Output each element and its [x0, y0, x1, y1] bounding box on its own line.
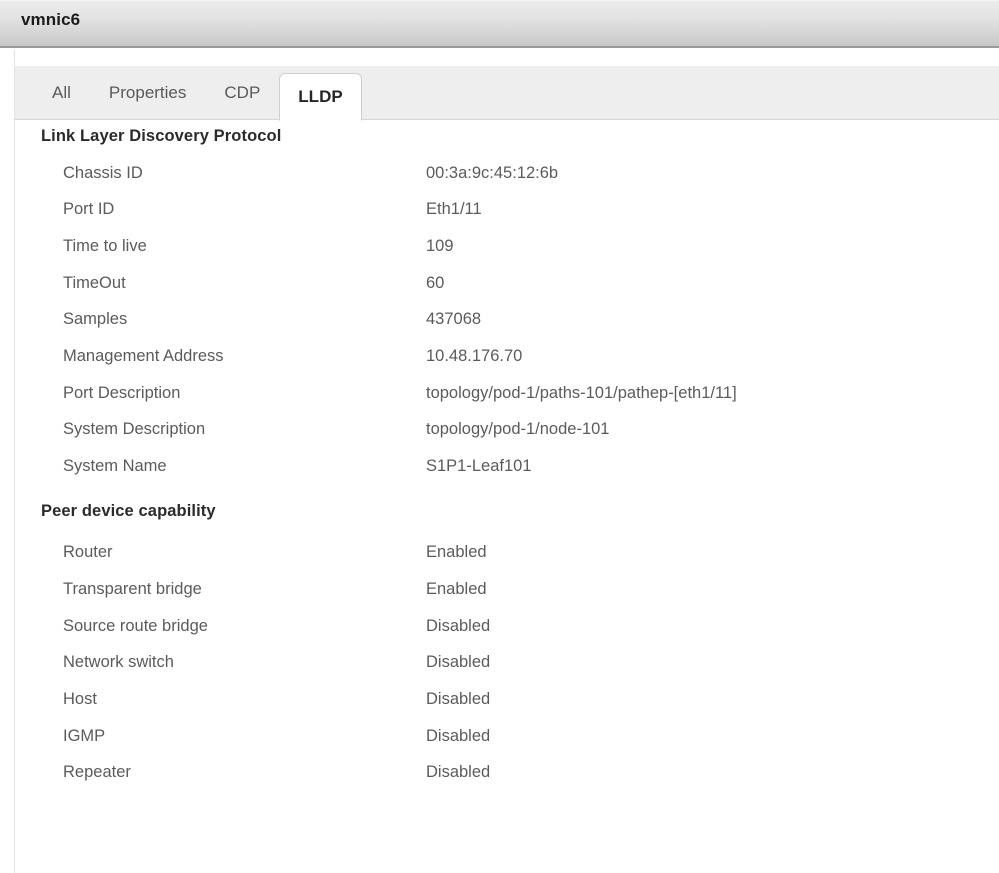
row-value-igmp: Disabled [426, 727, 491, 745]
row-label-network-switch: Network switch [63, 653, 174, 671]
row-value-source-route-bridge: Disabled [426, 617, 491, 635]
tab-list: All Properties CDP LLDP [37, 66, 362, 121]
row-label-chassis-id: Chassis ID [63, 164, 143, 182]
row-label-source-route-bridge: Source route bridge [63, 617, 208, 635]
row-label-management-address: Management Address [63, 347, 224, 365]
table-row: Repeater Disabled [15, 763, 999, 799]
row-value-network-switch: Disabled [426, 653, 491, 671]
tab-strip: All Properties CDP LLDP [15, 66, 999, 121]
row-value-samples: 437068 [426, 310, 482, 328]
row-label-timeout: TimeOut [63, 274, 126, 292]
section-heading-peer-device-capability: Peer device capability [41, 502, 216, 520]
row-label-port-description: Port Description [63, 384, 181, 402]
lldp-content: Link Layer Discovery Protocol Chassis ID… [15, 120, 999, 873]
table-row: Port Description topology/pod-1/paths-10… [15, 384, 999, 420]
table-row: System Description topology/pod-1/node-1… [15, 420, 999, 456]
row-value-chassis-id: 00:3a:9c:45:12:6b [426, 164, 559, 182]
table-row: Port ID Eth1/11 [15, 200, 999, 236]
tab-properties[interactable]: Properties [90, 66, 205, 120]
tab-lldp-label: LLDP [298, 87, 343, 106]
table-row: IGMP Disabled [15, 727, 999, 763]
table-row: Samples 437068 [15, 310, 999, 346]
section-heading-lldp: Link Layer Discovery Protocol [41, 127, 282, 145]
row-value-time-to-live: 109 [426, 237, 454, 255]
row-label-igmp: IGMP [63, 727, 106, 745]
window-title: vmnic6 [21, 10, 81, 29]
table-row: Host Disabled [15, 690, 999, 726]
table-row: Management Address 10.48.176.70 [15, 347, 999, 383]
row-value-router: Enabled [426, 543, 487, 561]
row-value-port-description: topology/pod-1/paths-101/pathep-[eth1/11… [426, 384, 737, 402]
table-row: Time to live 109 [15, 237, 999, 273]
row-value-timeout: 60 [426, 274, 445, 292]
row-label-transparent-bridge: Transparent bridge [63, 580, 202, 598]
table-row: Transparent bridge Enabled [15, 580, 999, 616]
table-row: TimeOut 60 [15, 274, 999, 310]
table-row: Chassis ID 00:3a:9c:45:12:6b [15, 164, 999, 200]
tab-cdp-label: CDP [224, 83, 261, 102]
row-value-system-description: topology/pod-1/node-101 [426, 420, 610, 438]
row-label-system-description: System Description [63, 420, 206, 438]
table-row: Source route bridge Disabled [15, 617, 999, 653]
tab-lldp[interactable]: LLDP [279, 73, 362, 121]
row-value-repeater: Disabled [426, 763, 491, 781]
tab-cdp[interactable]: CDP [205, 66, 279, 120]
table-row: Network switch Disabled [15, 653, 999, 689]
row-label-samples: Samples [63, 310, 128, 328]
row-value-transparent-bridge: Enabled [426, 580, 487, 598]
row-value-host: Disabled [426, 690, 491, 708]
row-label-host: Host [63, 690, 97, 708]
row-value-port-id: Eth1/11 [426, 200, 482, 218]
tab-all-label: All [52, 83, 71, 102]
row-label-system-name: System Name [63, 457, 167, 475]
table-row: Router Enabled [15, 543, 999, 579]
row-label-time-to-live: Time to live [63, 237, 147, 255]
details-panel: All Properties CDP LLDP Link Layer Disco… [14, 50, 999, 873]
row-value-system-name: S1P1-Leaf101 [426, 457, 532, 475]
row-label-router: Router [63, 543, 113, 561]
window-titlebar: vmnic6 [0, 0, 999, 48]
row-label-port-id: Port ID [63, 200, 115, 218]
row-label-repeater: Repeater [63, 763, 131, 781]
vmnic-details-window: vmnic6 All Properties CDP LLDP Link Laye… [0, 0, 999, 873]
tab-all[interactable]: All [37, 66, 90, 120]
tab-properties-label: Properties [108, 83, 187, 102]
table-row: System Name S1P1-Leaf101 [15, 457, 999, 493]
row-value-management-address: 10.48.176.70 [426, 347, 523, 365]
